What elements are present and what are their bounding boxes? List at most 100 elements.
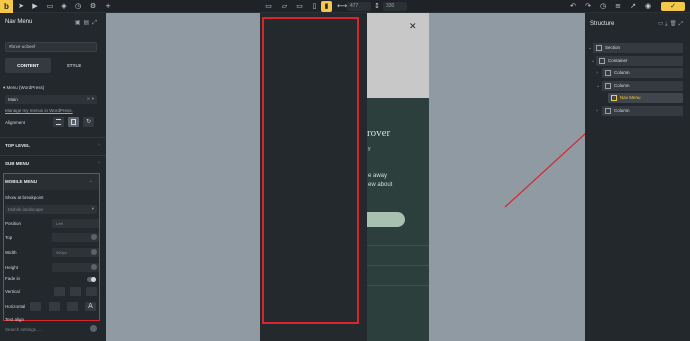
divider [367,285,429,286]
width-input[interactable]: 300px [52,248,99,257]
section-mobile-menu[interactable]: MOBILE MENU ⌄ [4,174,99,190]
width-label-icon: ⟷ [337,2,348,10]
align-reset-button[interactable]: ↻ [83,117,94,127]
section-icon [596,45,602,51]
close-icon[interactable]: ✕ [409,22,417,32]
cursor-icon[interactable]: ➤ [17,2,25,10]
horizontal-stretch-button[interactable]: A [85,302,96,311]
column-icon [605,83,611,89]
hero-text: e away ew about [368,173,393,188]
vertical-label: Vertical [5,289,20,294]
vertical-bottom-button[interactable] [86,287,97,296]
mobile-portrait-icon[interactable]: ▮ [321,1,332,12]
external-icon[interactable]: ↗ [629,2,637,10]
chevron-down-icon: ▾ [91,207,94,212]
tab-content[interactable]: CONTENT [5,58,51,73]
container-icon [599,58,605,64]
hero-button[interactable] [367,212,405,227]
variable-icon[interactable] [91,264,97,270]
vertical-top-button[interactable] [54,287,65,296]
tree-icon[interactable]: ≡ [614,2,622,10]
chevron-down-icon[interactable]: ⌄ [588,45,592,51]
chevron-down-icon: ⌄ [88,178,93,184]
position-label: Position [5,221,22,226]
breakpoint-label: Show at breakpoint [5,195,44,200]
text-align-label: Text align [5,317,25,322]
variable-icon[interactable] [91,234,97,240]
alignment-control: ↻ [53,117,98,127]
panel-title: Nav Menu [5,19,33,25]
variable-icon[interactable] [91,249,97,255]
tablet-landscape-icon[interactable]: ▭ [294,1,305,12]
width-field[interactable]: 477 [347,2,371,11]
height-label-icon: ↕ [374,2,380,10]
play-icon[interactable]: ▶ [31,2,39,10]
tablet-portrait-icon[interactable]: ▯ [309,1,320,12]
section-top-level[interactable]: TOP LEVEL › [0,137,106,153]
settings-icon[interactable]: ⚙ [89,2,97,10]
expand-caret-icon: ▾ [3,86,6,91]
alignment-label: Alignment [5,120,26,125]
mobile-menu-highlight-box [262,17,359,324]
builder-canvas: ✕ rover y e away ew about [106,13,585,341]
structure-header-icons[interactable]: ▭⤓🗑⤢ [658,21,685,28]
manage-menus-link[interactable]: Manage my menus in WordPress. [5,108,73,113]
divider [367,245,429,246]
save-icon[interactable]: ✓ [661,2,685,11]
divider [367,265,429,266]
horizontal-center-button[interactable] [49,302,60,311]
clock-icon[interactable]: ◷ [74,2,82,10]
horizontal-start-button[interactable] [30,302,41,311]
vertical-center-button[interactable] [70,287,81,296]
fade-in-toggle[interactable] [87,277,96,282]
undo-icon[interactable]: ↶ [569,2,577,10]
tree-item-column[interactable]: Column [602,81,683,91]
align-left-button[interactable] [53,117,64,127]
top-input[interactable] [52,233,99,242]
tree-item-section[interactable]: Section [593,43,683,53]
history-icon[interactable]: ◷ [599,2,607,10]
desktop-icon[interactable]: ▭ [263,1,274,12]
tree-item-column[interactable]: Column [602,68,683,78]
chevron-down-icon[interactable]: ⌄ [596,83,600,89]
section-sub-menu[interactable]: SUB MENU › [0,155,106,171]
hero-title: rover [367,127,391,139]
file-icon[interactable]: ▭ [46,2,54,10]
tree-item-column[interactable]: Column [602,106,683,116]
hero-subtitle: y [368,146,371,152]
tree-item-container[interactable]: Container [596,56,683,66]
chevron-right-icon: › [98,160,100,166]
panel-header-icons[interactable]: ▣▤⤢ [75,19,100,27]
top-toolbar: b ➤ ▶ ▭ ◈ ◷ ⚙ + ▭ ▱ ▭ ▯ ▮ ⟷ 477 ↕ 330 ↶ … [0,0,690,13]
chevron-right-icon[interactable]: › [596,70,598,76]
breakpoint-select[interactable]: Mobile landscape ▾ [5,205,97,214]
menu-select[interactable]: Main × ▾ [5,95,97,104]
height-field[interactable]: 330 [383,2,407,11]
logo[interactable]: b [0,0,13,13]
eye-icon[interactable]: ◉ [644,2,652,10]
chevron-down-icon[interactable]: ⌄ [591,58,595,64]
position-select[interactable]: Left [52,219,99,228]
tab-style[interactable]: STYLE [51,58,97,73]
align-center-button[interactable] [68,117,79,127]
settings-icon[interactable] [90,325,97,332]
chevron-right-icon: › [98,142,100,148]
nav-menu-icon [611,95,617,101]
settings-tabs: CONTENT STYLE [5,58,97,73]
fade-in-label: Fade in [5,276,21,281]
width-label: Width [5,250,17,255]
element-settings-panel: Nav Menu ▣▤⤢ #brxe-ucbeef CONTENT STYLE … [0,13,106,341]
chevron-right-icon[interactable]: › [596,108,598,114]
horizontal-end-button[interactable] [67,302,78,311]
css-class-input[interactable]: #brxe-ucbeef [5,42,97,52]
height-label: Height [5,265,19,270]
plus-icon[interactable]: + [104,2,112,10]
redo-icon[interactable]: ↷ [584,2,592,10]
height-input[interactable] [52,263,99,272]
laptop-icon[interactable]: ▱ [279,1,290,12]
layers-icon[interactable]: ◈ [60,2,68,10]
tree-item-nav-menu[interactable]: Nav Menu [608,93,683,103]
search-settings-input[interactable]: Search settings ... [5,327,41,332]
column-icon [605,70,611,76]
structure-title: Structure [590,21,615,27]
